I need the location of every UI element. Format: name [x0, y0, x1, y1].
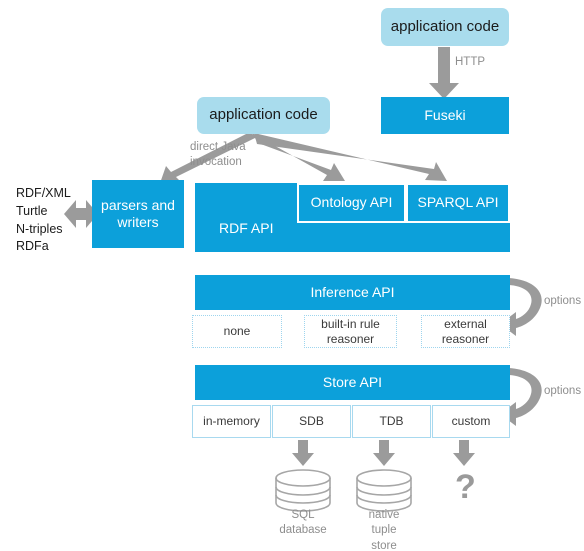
native-tuple-store-cylinder-icon: [356, 469, 412, 512]
application-code-http-box[interactable]: application code: [381, 8, 509, 46]
inference-option-external-reasoner-label: external reasoner: [441, 316, 490, 346]
inference-options-label: options: [544, 295, 582, 307]
inference-api-label: Inference API: [310, 283, 395, 300]
serialization-formats-label: RDF/XML Turtle N-triples RDFa: [16, 186, 71, 254]
store-option-custom-label: custom: [451, 414, 491, 429]
inference-api-bar[interactable]: Inference API: [195, 275, 510, 310]
parsers-and-writers-box[interactable]: parsers and writers: [92, 180, 184, 248]
store-api-bar[interactable]: Store API: [195, 365, 510, 400]
inference-option-external-reasoner[interactable]: external reasoner: [421, 315, 510, 348]
ontology-api-label: Ontology API: [310, 194, 393, 211]
store-option-in-memory-label: in-memory: [203, 414, 260, 429]
sparql-api-box[interactable]: SPARQL API: [406, 183, 510, 223]
store-option-in-memory[interactable]: in-memory: [192, 405, 271, 438]
http-label: HTTP: [455, 56, 486, 68]
store-api-label: Store API: [322, 373, 383, 390]
store-options-label: options: [544, 385, 582, 397]
application-code-java-label: application code: [209, 106, 318, 124]
fuseki-box[interactable]: Fuseki: [381, 97, 509, 134]
store-option-tdb-label: TDB: [379, 414, 404, 429]
sparql-api-label: SPARQL API: [417, 194, 499, 211]
ontology-api-box[interactable]: Ontology API: [297, 183, 406, 223]
application-code-http-label: application code: [390, 17, 500, 35]
store-option-custom[interactable]: custom: [432, 405, 510, 438]
store-option-sdb[interactable]: SDB: [272, 405, 351, 438]
parsers-and-writers-label: parsers and writers: [101, 196, 175, 230]
inference-option-none-label: none: [223, 324, 251, 339]
question-mark-icon: ?: [455, 468, 476, 506]
application-code-java-box[interactable]: application code: [197, 97, 330, 134]
inference-option-none[interactable]: none: [192, 315, 282, 348]
store-backend-arrows: [292, 440, 475, 466]
sql-database-cylinder-icon: [275, 469, 331, 512]
sql-database-label: SQL database: [279, 509, 327, 537]
store-option-tdb[interactable]: TDB: [352, 405, 431, 438]
store-option-sdb-label: SDB: [299, 414, 324, 429]
inference-option-builtin-rule-reasoner-label: built-in rule reasoner: [321, 316, 380, 346]
direct-java-invocation-label: direct Java invocation: [190, 141, 246, 169]
inference-option-builtin-rule-reasoner[interactable]: built-in rule reasoner: [304, 315, 397, 348]
architecture-diagram: application code HTTP Fuseki application…: [0, 0, 584, 551]
native-tuple-store-label: native tuple store: [368, 509, 400, 551]
fuseki-label: Fuseki: [424, 106, 466, 123]
rdf-api-label: RDF API: [219, 220, 274, 236]
